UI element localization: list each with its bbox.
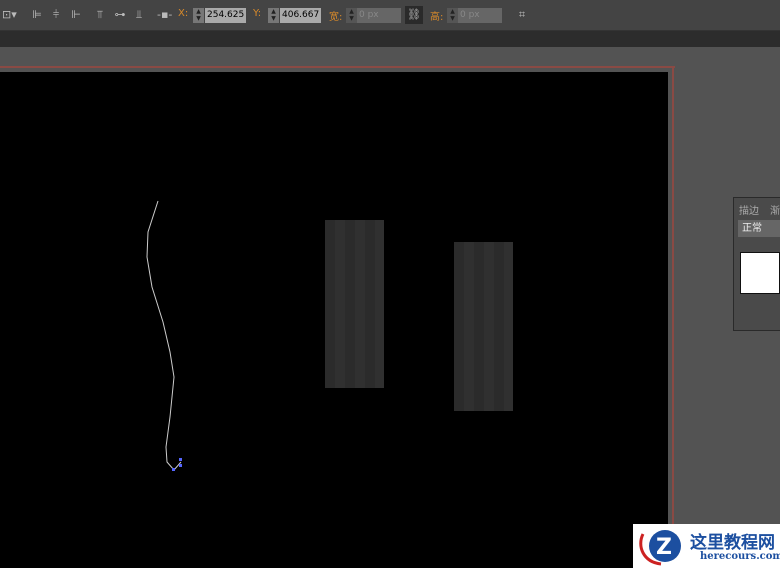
reference-point-icon[interactable]: -▪- <box>157 8 172 22</box>
y-stepper[interactable]: ▲ ▼ <box>268 8 279 23</box>
align-hcenter-icon[interactable]: ⫩ <box>49 8 63 22</box>
align-to-icon[interactable]: ⊡▾ <box>2 8 17 22</box>
blend-mode-select[interactable]: 正常 <box>738 220 780 237</box>
tab-stroke[interactable]: 描边 <box>739 202 759 217</box>
tab-gradient[interactable]: 渐 <box>770 202 780 217</box>
color-swatch[interactable] <box>740 252 780 294</box>
height-label: 高: <box>430 12 444 23</box>
document-canvas[interactable] <box>0 72 668 568</box>
bleed-guide <box>672 66 674 568</box>
x-stepper[interactable]: ▲ ▼ <box>193 8 204 23</box>
height-stepper[interactable]: ▲ ▼ <box>447 8 458 23</box>
align-left-icon[interactable]: ⊫ <box>30 8 44 22</box>
align-right-icon[interactable]: ⊩ <box>69 8 83 22</box>
watermark-url: herecours.com <box>700 551 780 562</box>
x-label: X: <box>178 8 189 19</box>
watermark: Z 这里教程网 herecours.com <box>633 524 780 568</box>
watermark-logo: Z <box>639 530 681 566</box>
pen-path[interactable] <box>0 72 668 568</box>
stroke-panel: 描边 渐 正常 <box>733 197 780 331</box>
y-label: Y: <box>253 8 262 19</box>
watermark-title: 这里教程网 <box>690 533 775 553</box>
x-input[interactable]: 254.625 <box>205 8 246 23</box>
tab-bar <box>0 31 780 47</box>
align-top-icon[interactable]: ⫪ <box>93 8 107 22</box>
width-label: 宽: <box>329 12 343 23</box>
options-toolbar: ⊡▾ ⊫ ⫩ ⊩ ⫪ ⊶ ⫫ -▪- X: ▲ ▼ 254.625 Y: ▲ ▼ 4… <box>0 0 780 31</box>
width-stepper[interactable]: ▲ ▼ <box>346 8 357 23</box>
svg-text:Z: Z <box>656 535 672 560</box>
align-vcenter-icon[interactable]: ⊶ <box>113 8 127 22</box>
align-bottom-icon[interactable]: ⫫ <box>132 8 146 22</box>
transform-icon[interactable]: ⌗ <box>515 8 529 22</box>
link-icon[interactable]: ⛓ <box>405 6 423 24</box>
bleed-guide <box>0 66 675 68</box>
y-input[interactable]: 406.667 <box>280 8 321 23</box>
width-input[interactable]: 0 px <box>357 8 401 23</box>
height-input[interactable]: 0 px <box>458 8 502 23</box>
